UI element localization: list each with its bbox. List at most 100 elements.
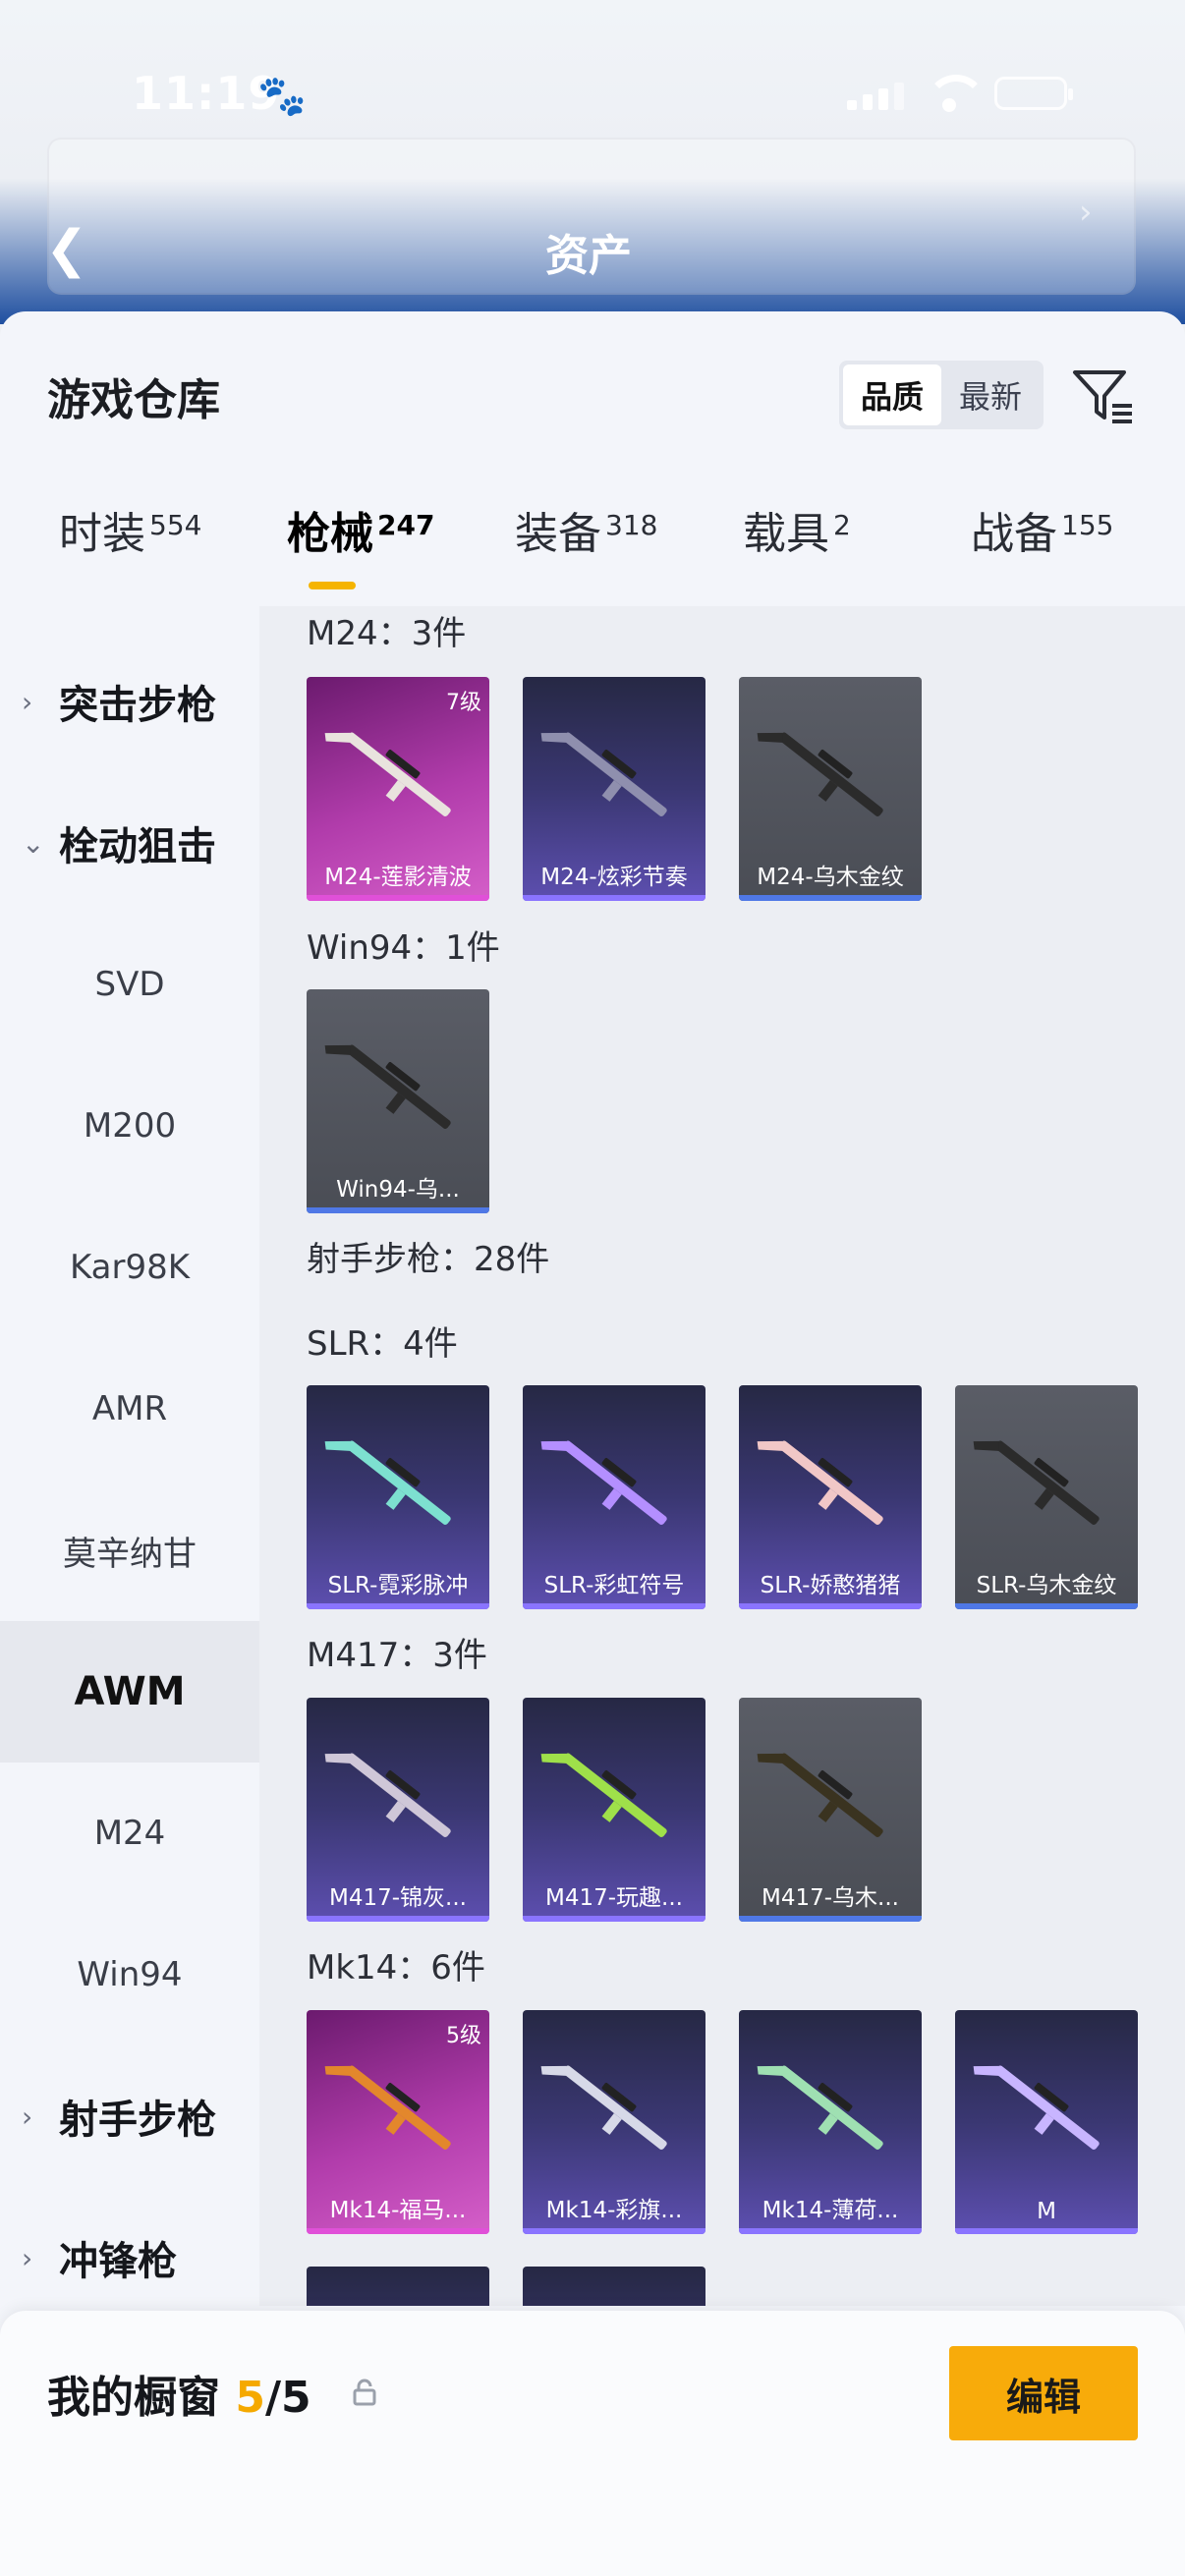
sidebar-item-svd[interactable]: SVD [0, 914, 259, 1055]
category-tabs: 时装 554 枪械 247 装备 318 载具 2 战备 155 [0, 498, 1185, 596]
sort-latest-button[interactable]: 最新 [941, 364, 1040, 425]
showcase-title: 我的橱窗 5/5 [47, 2373, 311, 2423]
rarity-bar [307, 895, 489, 901]
rarity-bar [955, 1603, 1138, 1609]
warehouse-sheet: 游戏仓库 品质 最新 时装 554 枪械 247 装备 318 载具 2 战备 155 ›… [0, 311, 1185, 2576]
battery-icon [994, 77, 1073, 110]
rarity-bar [523, 2228, 705, 2234]
sidebar-item-m24[interactable]: M24 [0, 1763, 259, 1904]
weapon-name: Mk14-薄荷... [762, 2198, 899, 2223]
rarity-bar [307, 1916, 489, 1922]
weapon-card[interactable]: SLR-娇憨猪猪 [739, 1385, 922, 1609]
weapon-name: M [1037, 2199, 1056, 2224]
status-icons [847, 75, 1073, 112]
weapon-name: M24-莲影清波 [324, 865, 472, 890]
weapon-card[interactable]: Win94-乌... [307, 989, 489, 1213]
tab-fashion[interactable]: 时装 554 [59, 498, 201, 561]
weapon-card[interactable]: M417-玩趣... [523, 1698, 705, 1922]
rarity-bar [307, 1207, 489, 1213]
showcase-count: 5 [235, 2373, 265, 2423]
rarity-bar [955, 2228, 1138, 2234]
page-title: 资产 [545, 231, 632, 281]
rarity-bar [739, 895, 922, 901]
chevron-right-icon: › [1079, 193, 1093, 232]
chevron-right-icon: › [22, 2241, 33, 2274]
weapon-card[interactable]: 7级 M24-莲影清波 [307, 677, 489, 901]
sidebar-group-marksman[interactable]: › 射手步枪 [0, 2045, 259, 2187]
sidebar-item-amr[interactable]: AMR [0, 1338, 259, 1480]
weapon-card-partial[interactable] [523, 2267, 705, 2306]
item-grid: M24：3件 Win94：1件 射手步枪：28件 SLR：4件 M417：3件 … [259, 606, 1185, 2306]
active-tab-indicator [309, 582, 356, 589]
edit-button[interactable]: 编辑 [949, 2346, 1138, 2440]
tab-vehicles[interactable]: 载具 2 [743, 498, 851, 561]
section-title: Mk14：6件 [307, 1948, 485, 1988]
level-badge: 7级 [446, 691, 481, 715]
weapon-card[interactable]: M24-炫彩节奏 [523, 677, 705, 901]
warehouse-title: 游戏仓库 [47, 375, 220, 425]
rarity-bar [739, 2228, 922, 2234]
weapon-name: M24-乌木金纹 [757, 865, 904, 890]
weapon-card[interactable]: SLR-霓彩脉冲 [307, 1385, 489, 1609]
weapon-card[interactable]: 5级 Mk14-福马... [307, 2010, 489, 2234]
showcase-bar: 我的橱窗 5/5 编辑 [0, 2311, 1185, 2576]
weapon-name: SLR-彩虹符号 [543, 1573, 685, 1598]
weapon-name: SLR-娇憨猪猪 [760, 1573, 901, 1598]
section-title: SLR：4件 [307, 1324, 458, 1364]
section-title: 射手步枪：28件 [307, 1240, 550, 1279]
tab-firearms[interactable]: 枪械 247 [287, 498, 434, 561]
weapon-name: M417-玩趣... [545, 1885, 683, 1911]
weapon-card[interactable]: Mk14-薄荷... [739, 2010, 922, 2234]
signal-icon [847, 83, 904, 110]
sidebar-item-m200[interactable]: M200 [0, 1055, 259, 1197]
weapon-card[interactable]: M24-乌木金纹 [739, 677, 922, 901]
weapon-name: Mk14-彩旗... [545, 2198, 683, 2223]
sidebar-group-assault-rifle[interactable]: › 突击步枪 [0, 631, 259, 772]
section-title: M417：3件 [307, 1636, 487, 1675]
sort-quality-button[interactable]: 品质 [843, 364, 941, 425]
sidebar: › 突击步枪 ⌄ 栓动狙击 SVD M200 Kar98K AMR 莫辛纳甘 AWM… [0, 606, 259, 2306]
weapon-name: M417-锦灰... [329, 1885, 467, 1911]
weapon-card[interactable]: M417-乌木... [739, 1698, 922, 1922]
sidebar-item-win94[interactable]: Win94 [0, 1904, 259, 2045]
sidebar-group-smg[interactable]: › 冲锋枪 [0, 2187, 259, 2328]
rarity-bar [523, 1603, 705, 1609]
rarity-bar [523, 895, 705, 901]
section-title: M24：3件 [307, 614, 467, 653]
tab-equipment[interactable]: 装备 318 [515, 498, 657, 561]
weapon-card[interactable]: SLR-乌木金纹 [955, 1385, 1138, 1609]
sidebar-group-bolt-sniper[interactable]: ⌄ 栓动狙击 [0, 772, 259, 914]
weapon-name: Mk14-福马... [329, 2198, 467, 2223]
section-title: Win94：1件 [307, 928, 500, 968]
rarity-bar [307, 2228, 489, 2234]
weapon-card[interactable]: M [955, 2010, 1138, 2234]
weapon-name: M24-炫彩节奏 [540, 865, 688, 890]
sidebar-item-mosin[interactable]: 莫辛纳甘 [0, 1480, 259, 1621]
rarity-bar [307, 1603, 489, 1609]
chevron-down-icon: ⌄ [22, 826, 45, 860]
showcase-total: /5 [264, 2373, 311, 2423]
weapon-card[interactable]: Mk14-彩旗... [523, 2010, 705, 2234]
weapon-card-partial[interactable] [307, 2267, 489, 2306]
rarity-bar [523, 1916, 705, 1922]
sidebar-item-awm[interactable]: AWM [0, 1621, 259, 1763]
weapon-card[interactable]: M417-锦灰... [307, 1698, 489, 1922]
back-icon[interactable]: ❮ [45, 222, 88, 277]
chevron-right-icon: › [22, 2100, 33, 2133]
weapon-name: M417-乌木... [762, 1885, 899, 1911]
chevron-right-icon: › [22, 685, 33, 718]
tab-supplies[interactable]: 战备 155 [971, 498, 1113, 561]
weapon-name: SLR-霓彩脉冲 [327, 1573, 469, 1598]
sort-toggle: 品质 最新 [839, 361, 1044, 429]
sidebar-item-kar98k[interactable]: Kar98K [0, 1197, 259, 1338]
lock-icon [353, 2379, 376, 2406]
weapon-name: SLR-乌木金纹 [976, 1573, 1117, 1598]
rarity-bar [739, 1916, 922, 1922]
rarity-bar [739, 1603, 922, 1609]
wifi-icon [926, 75, 987, 112]
filter-icon[interactable] [1071, 363, 1136, 427]
weapon-card[interactable]: SLR-彩虹符号 [523, 1385, 705, 1609]
paw-icon: 🐾 [257, 74, 307, 119]
weapon-name: Win94-乌... [336, 1177, 460, 1203]
level-badge: 5级 [446, 2024, 481, 2048]
